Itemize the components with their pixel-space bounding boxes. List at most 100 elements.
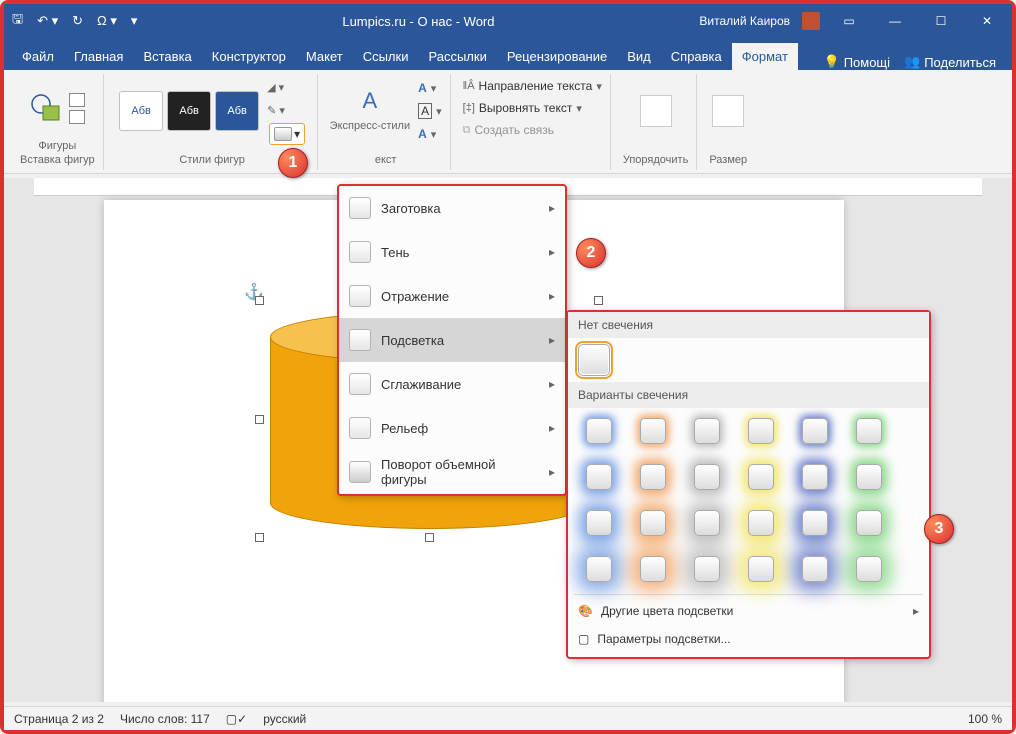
text-direction-button[interactable]: ‖Â Направление текста ▾	[463, 76, 602, 96]
menu-bevel[interactable]: Рельеф▸	[339, 406, 565, 450]
glow-option[interactable]	[802, 510, 828, 536]
menu-rotate3d[interactable]: Поворот объемной фигуры▸	[339, 450, 565, 494]
more-glow-colors[interactable]: 🎨Другие цвета подсветки▸	[568, 597, 929, 625]
text-box-icon[interactable]	[69, 110, 85, 124]
save-icon[interactable]: 🖫	[12, 10, 23, 32]
glow-option[interactable]	[802, 418, 828, 444]
resize-handle[interactable]	[594, 296, 603, 305]
glow-gallery: Нет свечения Варианты свечения 🎨Другие ц…	[566, 310, 931, 659]
glow-option[interactable]	[802, 556, 828, 582]
share-button[interactable]: 👥 Поделиться	[904, 54, 996, 70]
ribbon-tabs: Файл Главная Вставка Конструктор Макет С…	[4, 38, 1012, 70]
resize-handle[interactable]	[255, 296, 264, 305]
no-glow-option[interactable]	[578, 344, 610, 376]
express-styles-button[interactable]: A Экспресс-стили	[330, 88, 410, 134]
arrange-icon[interactable]	[640, 95, 672, 127]
glow-option[interactable]	[586, 418, 612, 444]
text-fill-button[interactable]: A ▾	[418, 78, 442, 98]
glow-option[interactable]	[586, 464, 612, 490]
glow-option[interactable]	[694, 418, 720, 444]
word-count[interactable]: Число слов: 117	[120, 712, 210, 726]
avatar-icon[interactable]	[802, 12, 820, 30]
arrange-label: Упорядочить	[623, 154, 688, 168]
tab-home[interactable]: Главная	[64, 43, 133, 70]
minimize-icon[interactable]: —	[878, 9, 912, 33]
glow-row-2	[568, 454, 929, 500]
resize-handle[interactable]	[255, 533, 264, 542]
tab-insert[interactable]: Вставка	[133, 43, 201, 70]
glow-option[interactable]	[748, 418, 774, 444]
omega-icon[interactable]: Ω ▾	[97, 13, 117, 29]
glow-options[interactable]: ▢Параметры подсветки...	[568, 625, 929, 653]
menu-shadow[interactable]: Тень▸	[339, 230, 565, 274]
text-outline-button[interactable]: A ▾	[418, 101, 442, 121]
create-link-button[interactable]: ⧉ Создать связь	[463, 120, 602, 140]
maximize-icon[interactable]: ☐	[924, 9, 958, 33]
square-icon: ▢	[578, 632, 589, 646]
quick-access: 🖫 ↶ ▾ ↻ Ω ▾ ▾	[12, 10, 137, 32]
resize-handle[interactable]	[255, 415, 264, 424]
shapes-label: Фигуры	[38, 140, 76, 154]
glow-option[interactable]	[640, 510, 666, 536]
group-label-insert: Вставка фигур	[20, 154, 95, 168]
ribbon-display-icon[interactable]: ▭	[832, 9, 866, 33]
glow-option[interactable]	[640, 418, 666, 444]
menu-preset[interactable]: Заготовка▸	[339, 186, 565, 230]
glow-option[interactable]	[694, 510, 720, 536]
tab-designer[interactable]: Конструктор	[202, 43, 296, 70]
help-button[interactable]: 💡 Помощі	[824, 54, 891, 70]
glow-option[interactable]	[748, 556, 774, 582]
page-status[interactable]: Страница 2 из 2	[14, 712, 104, 726]
size-label: Размер	[709, 154, 747, 168]
redo-icon[interactable]: ↻	[72, 13, 83, 29]
tab-format[interactable]: Формат	[732, 43, 798, 70]
glow-option[interactable]	[586, 556, 612, 582]
edit-shape-icon[interactable]	[69, 93, 85, 107]
shape-effects-button[interactable]: ▾	[269, 123, 305, 145]
resize-handle[interactable]	[425, 533, 434, 542]
shape-fill-button[interactable]: ◢ ▾	[267, 77, 305, 97]
glow-option[interactable]	[856, 556, 882, 582]
tab-view[interactable]: Вид	[617, 43, 661, 70]
glow-row-4	[568, 546, 929, 592]
undo-icon[interactable]: ↶ ▾	[37, 13, 58, 29]
size-icon[interactable]	[712, 95, 744, 127]
align-text-button[interactable]: [‡] Выровнять текст ▾	[463, 98, 602, 118]
style-swatch-3[interactable]: Абв	[215, 91, 259, 131]
menu-softedge[interactable]: Сглаживание▸	[339, 362, 565, 406]
tab-layout[interactable]: Макет	[296, 43, 353, 70]
glow-option[interactable]	[748, 510, 774, 536]
glow-row-3	[568, 500, 929, 546]
menu-reflection[interactable]: Отражение▸	[339, 274, 565, 318]
menu-glow[interactable]: Подсветка▸	[339, 318, 565, 362]
language-status[interactable]: русский	[263, 712, 306, 726]
proofing-icon[interactable]: ▢✓	[226, 712, 247, 726]
group-label-styles: Стили фигур	[179, 154, 244, 168]
text-effects-button[interactable]: A ▾	[418, 124, 442, 144]
style-swatch-1[interactable]: Абв	[119, 91, 163, 131]
glow-option[interactable]	[802, 464, 828, 490]
glow-option[interactable]	[586, 510, 612, 536]
shapes-icon[interactable]	[29, 90, 65, 126]
glow-option[interactable]	[748, 464, 774, 490]
glow-option[interactable]	[640, 464, 666, 490]
glow-option[interactable]	[856, 418, 882, 444]
tab-help[interactable]: Справка	[661, 43, 732, 70]
style-swatch-2[interactable]: Абв	[167, 91, 211, 131]
zoom-level[interactable]: 100 %	[968, 712, 1002, 726]
tab-refs[interactable]: Ссылки	[353, 43, 419, 70]
tab-review[interactable]: Рецензирование	[497, 43, 617, 70]
glow-option[interactable]	[856, 510, 882, 536]
tab-mail[interactable]: Рассылки	[418, 43, 496, 70]
glow-option[interactable]	[694, 464, 720, 490]
shape-outline-button[interactable]: ✎ ▾	[267, 100, 305, 120]
tab-file[interactable]: Файл	[12, 43, 64, 70]
title-bar: 🖫 ↶ ▾ ↻ Ω ▾ ▾ Lumpics.ru - О нас - Word …	[4, 4, 1012, 38]
close-icon[interactable]: ✕	[970, 9, 1004, 33]
user-name[interactable]: Виталий Каиров	[699, 14, 790, 28]
status-bar: Страница 2 из 2 Число слов: 117 ▢✓ русск…	[4, 706, 1012, 730]
glow-option[interactable]	[856, 464, 882, 490]
glow-option[interactable]	[694, 556, 720, 582]
wordart-icon: A	[355, 88, 385, 118]
glow-option[interactable]	[640, 556, 666, 582]
